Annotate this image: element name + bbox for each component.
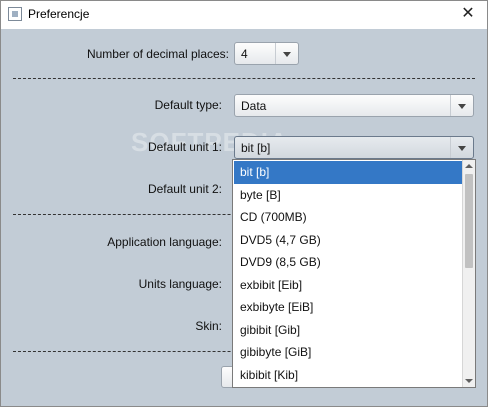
decimal-places-value: 4 [241,47,248,61]
list-item[interactable]: byte [B] [234,184,463,207]
app-icon [8,7,22,21]
scroll-down-icon[interactable] [463,375,475,387]
preferences-window: Preferencje ✕ Number of decimal places: … [0,0,488,407]
chevron-down-icon[interactable] [450,137,473,158]
unit-dropdown-list: bit [b] byte [B] CD (700MB) DVD5 (4,7 GB… [232,159,476,388]
skin-label: Skin: [195,319,222,333]
list-item[interactable]: gibibyte [GiB] [234,341,463,364]
unit-options: bit [b] byte [B] CD (700MB) DVD5 (4,7 GB… [234,161,463,386]
default-type-label: Default type: [154,98,222,112]
default-unit-1-label: Default unit 1: [147,140,222,154]
scrollbar-thumb[interactable] [465,174,473,268]
decimal-places-select[interactable]: 4 [234,42,299,65]
list-item[interactable]: kibibit [Kib] [234,364,463,387]
vertical-scrollbar[interactable] [462,160,475,387]
units-language-label: Units language: [138,277,222,291]
list-item[interactable]: bit [b] [234,161,463,184]
default-type-value: Data [241,99,267,113]
list-item[interactable]: exbibyte [EiB] [234,296,463,319]
title-bar: Preferencje ✕ [1,1,487,29]
default-type-select[interactable]: Data [234,94,474,117]
scroll-up-icon[interactable] [463,160,475,172]
list-item[interactable]: CD (700MB) [234,206,463,229]
close-icon[interactable]: ✕ [455,4,481,24]
application-language-label: Application language: [107,235,222,249]
list-item[interactable]: gibibit [Gib] [234,319,463,342]
chevron-down-icon[interactable] [275,43,298,64]
list-item[interactable]: exbibit [Eib] [234,274,463,297]
decimal-places-label: Number of decimal places: [86,47,229,61]
list-item[interactable]: DVD5 (4,7 GB) [234,229,463,252]
default-unit-2-label: Default unit 2: [147,182,222,196]
default-unit-1-value: bit [b] [241,141,271,155]
window-title: Preferencje [28,7,90,21]
separator [13,78,475,79]
default-unit-1-select[interactable]: bit [b] [234,136,474,159]
list-item[interactable]: DVD9 (8,5 GB) [234,251,463,274]
chevron-down-icon[interactable] [450,95,473,116]
